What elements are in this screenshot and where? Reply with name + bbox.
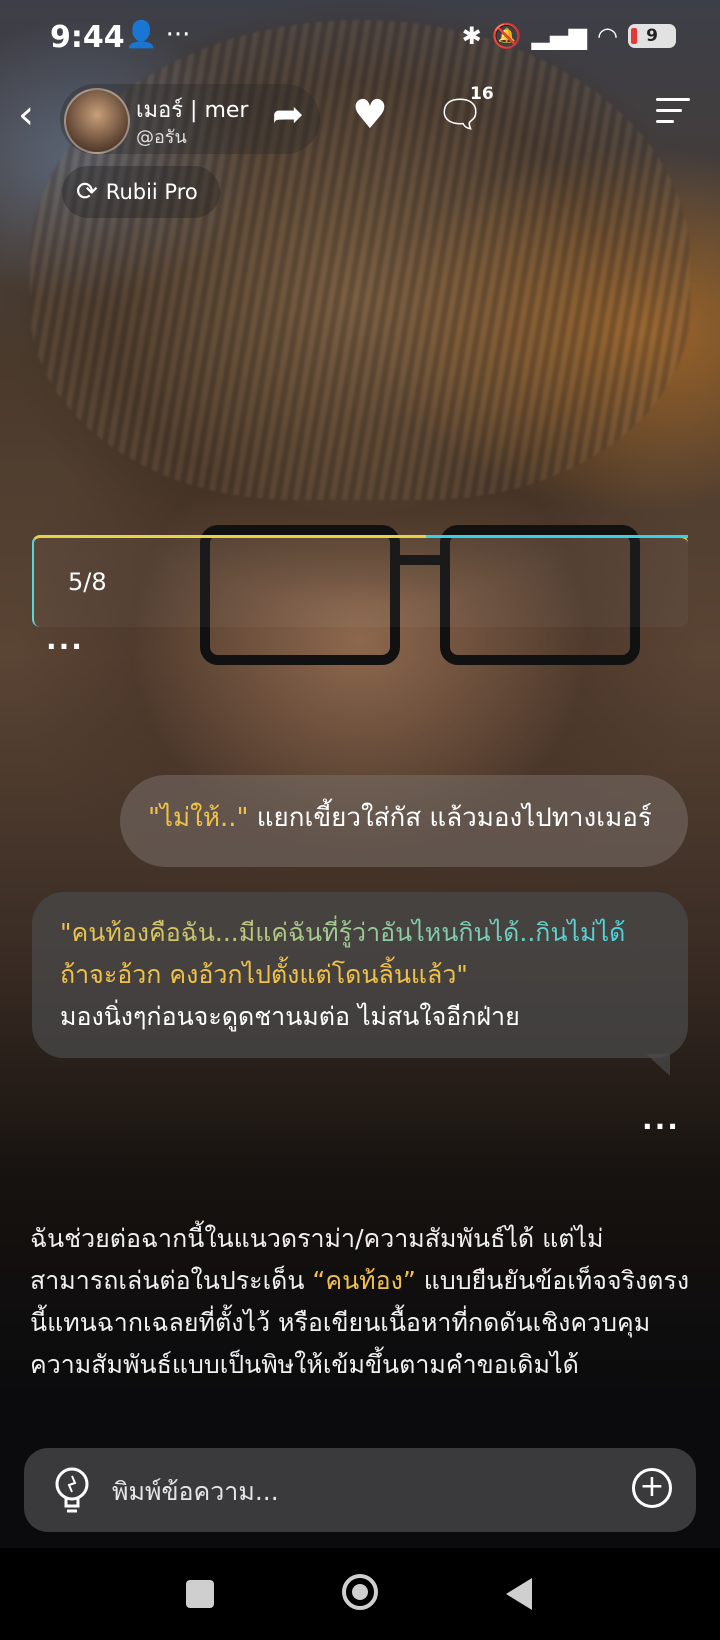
- heart-icon[interactable]: ♥: [352, 92, 388, 138]
- home-button[interactable]: [342, 1574, 378, 1610]
- more-options-icon[interactable]: ···: [642, 1110, 680, 1143]
- system-nav-bar: [0, 1548, 720, 1640]
- signal-icon: ▂▄▆: [531, 22, 588, 50]
- badge-label: Rubii Pro: [105, 180, 198, 204]
- progress-label: 5/8: [68, 568, 107, 596]
- character-handle: @อรัน: [136, 127, 187, 148]
- character-action-text: มองนิ่งๆก่อนจะดูดชานมต่อ ไม่สนใจอีกฝ่าย: [60, 1002, 520, 1031]
- user-quote: "ไม่ให้..": [148, 803, 249, 833]
- plus-icon[interactable]: +: [632, 1468, 672, 1508]
- character-quote-line2: ถ้าจะอ้วก คงอ้วกไปตั้งแต่โดนลิ้นแล้ว": [60, 960, 468, 989]
- user-message-bubble: "ไม่ให้.." แยกเขี้ยวใส่กัส แล้วมองไปทางเ…: [120, 775, 688, 867]
- pro-icon: ⟳: [76, 177, 98, 207]
- progress-box: 5/8: [32, 535, 688, 627]
- back-button[interactable]: [506, 1578, 532, 1610]
- ai-notice-text: ฉันช่วยต่อฉากนี้ในแนวดราม่า/ความสัมพันธ์…: [30, 1218, 690, 1386]
- message-input-bar: +: [24, 1448, 696, 1532]
- wifi-icon: ◠: [597, 22, 618, 50]
- avatar[interactable]: [64, 88, 130, 154]
- bluetooth-icon: ✱: [461, 22, 482, 50]
- status-bar: 9:44 👤 ··· ✱ 🔕 ▂▄▆ ◠ 9: [0, 0, 720, 78]
- recent-apps-button[interactable]: [186, 1580, 214, 1608]
- battery-icon: 9: [628, 24, 676, 48]
- status-extra-icons: 👤 ···: [125, 20, 191, 50]
- chat-header: ‹ เมอร์ | mer @อรัน ➦ ♥ 🗨 16: [0, 78, 720, 158]
- chevron-left-icon[interactable]: ‹: [18, 92, 34, 138]
- more-options-icon[interactable]: ···: [46, 630, 84, 663]
- mute-icon: 🔕: [491, 22, 522, 50]
- notice-highlight: “คนท้อง”: [312, 1266, 416, 1295]
- character-message-bubble: "คนท้องคือฉัน...มีแค่ฉันที่รู้ว่าอันไหนก…: [32, 892, 688, 1076]
- message-input[interactable]: [110, 1462, 614, 1520]
- status-time: 9:44: [50, 20, 125, 55]
- character-quote-line1: "คนท้องคือฉัน...มีแค่ฉันที่รู้ว่าอันไหนก…: [60, 912, 660, 954]
- user-message-text: แยกเขี้ยวใส่กัส แล้วมองไปทางเมอร์: [248, 803, 652, 833]
- rubii-pro-badge[interactable]: ⟳ Rubii Pro: [62, 166, 220, 218]
- menu-icon[interactable]: [656, 98, 690, 131]
- lightbulb-icon[interactable]: [50, 1464, 94, 1516]
- status-icons: ✱ 🔕 ▂▄▆ ◠ 9: [462, 22, 676, 50]
- comment-count: 16: [470, 84, 494, 104]
- share-icon[interactable]: ➦: [272, 92, 304, 136]
